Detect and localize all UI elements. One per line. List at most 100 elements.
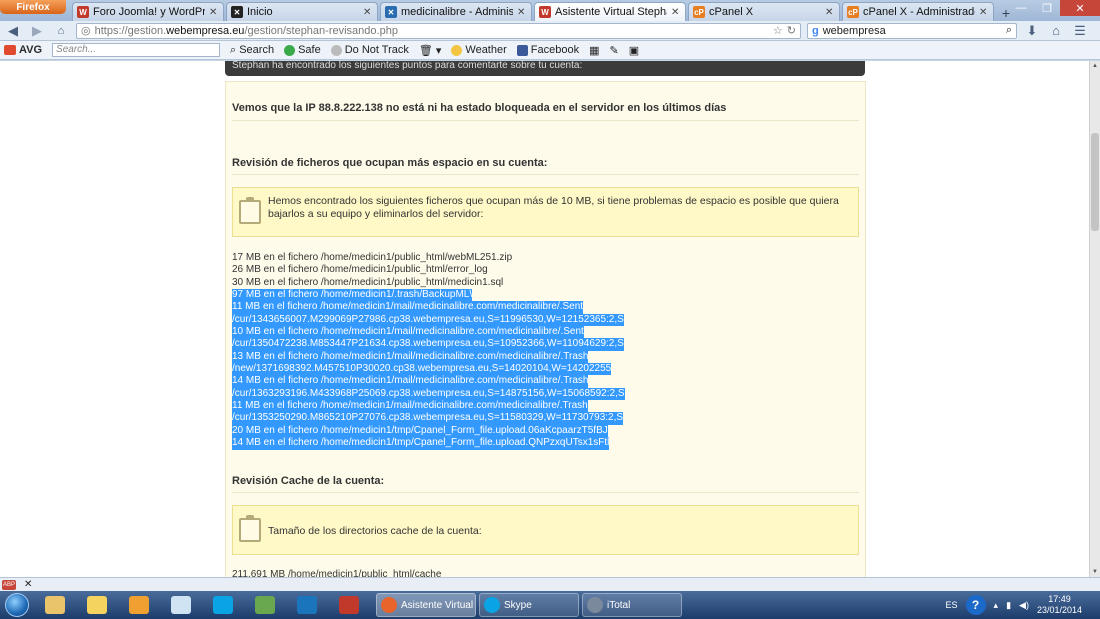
tab-title: cPanel X - Administrador de Arc... bbox=[863, 6, 975, 18]
eye-icon bbox=[330, 44, 342, 56]
tray-expand-icon[interactable]: ▴ bbox=[994, 600, 999, 611]
shield-icon bbox=[284, 44, 296, 56]
taskbar-task[interactable]: Asistente Virtual S... bbox=[376, 593, 476, 617]
start-button[interactable] bbox=[2, 591, 32, 619]
avg-toolbar: AVG Search... ⌕ Search Safe Do Not Track … bbox=[0, 41, 1100, 60]
skype-pinned-icon[interactable] bbox=[203, 592, 243, 618]
folder-icon[interactable] bbox=[161, 592, 201, 618]
google-icon[interactable]: g bbox=[812, 25, 819, 37]
site-identity-icon[interactable]: ⌂ bbox=[52, 25, 70, 37]
facebook-button[interactable]: Facebook bbox=[516, 44, 579, 56]
lock-icon: ◎ bbox=[81, 25, 91, 37]
scroll-thumb[interactable] bbox=[1091, 133, 1099, 231]
file-line: 11 MB en el fichero /home/medicin1/mail/… bbox=[232, 400, 588, 413]
facebook-icon bbox=[516, 44, 528, 56]
tab-title: Foro Joomla! y WordPress :: Nue... bbox=[93, 6, 205, 18]
search-magnifier-icon[interactable]: ⌕ bbox=[1006, 24, 1012, 37]
media-icon[interactable] bbox=[329, 592, 369, 618]
avg-search-button[interactable]: ⌕ Search bbox=[230, 44, 274, 57]
browser-tab[interactable]: W Foro Joomla! y WordPress :: Nue... ✕ bbox=[72, 2, 224, 21]
help-icon[interactable]: ? bbox=[965, 595, 986, 615]
hp-icon[interactable] bbox=[287, 592, 327, 618]
cache-section-title: Revisión Cache de la cuenta: bbox=[232, 475, 385, 487]
search-engine-box[interactable]: g webempresa ⌕ bbox=[807, 22, 1017, 39]
avg-search-input[interactable]: Search... bbox=[52, 43, 221, 57]
adblock-icon[interactable]: ABP bbox=[2, 579, 16, 590]
outlook-icon[interactable] bbox=[119, 592, 159, 618]
scroll-down-icon[interactable]: ▼ bbox=[1091, 569, 1099, 575]
file-line: /cur/1363293196.M433968P25069.cp38.webem… bbox=[232, 387, 625, 401]
libraries-icon[interactable] bbox=[77, 592, 117, 618]
volume-icon[interactable]: ◀) bbox=[1019, 600, 1029, 611]
magnifier-icon: ⌕ bbox=[230, 43, 237, 56]
weather-button[interactable]: Weather bbox=[451, 44, 507, 56]
tab-favicon-icon: cP bbox=[847, 6, 859, 18]
scroll-up-icon[interactable]: ▲ bbox=[1091, 63, 1099, 69]
tab-strip: Firefox W Foro Joomla! y WordPress :: Nue… bbox=[0, 0, 1100, 21]
clock[interactable]: 17:49 23/01/2014 bbox=[1037, 594, 1082, 616]
avg-logo-icon bbox=[4, 45, 16, 55]
network-icon[interactable]: ▮ bbox=[1006, 600, 1011, 611]
close-addon-bar-icon[interactable]: ✕ bbox=[24, 579, 32, 590]
trash-button[interactable]: 🗑 ▾ bbox=[419, 44, 442, 57]
notes-icon[interactable]: ✎ bbox=[609, 44, 618, 57]
divider bbox=[232, 120, 859, 121]
tab-title: Asistente Virtual Stephan 0.4 - w... bbox=[555, 6, 667, 18]
tab-close-icon[interactable]: ✕ bbox=[979, 7, 989, 18]
maximize-icon[interactable]: ❐ bbox=[1034, 0, 1060, 16]
grid-icon[interactable]: ▦ bbox=[589, 44, 599, 57]
downloads-icon[interactable]: ⬇ bbox=[1023, 23, 1041, 39]
file-line: 14 MB en el fichero /home/medicin1/tmp/C… bbox=[232, 437, 610, 450]
avg-logo[interactable]: AVG bbox=[4, 44, 42, 56]
cache-size-line: 211.691 MB /home/medicin1/public_html/ca… bbox=[232, 569, 442, 577]
system-tray: ES ? ▴ ▮ ◀) 17:49 23/01/2014 bbox=[946, 591, 1100, 619]
close-window-icon[interactable]: ✕ bbox=[1060, 0, 1100, 16]
minimize-icon[interactable]: — bbox=[1008, 0, 1034, 16]
tab-favicon-icon: W bbox=[77, 6, 89, 18]
safe-button[interactable]: Safe bbox=[284, 44, 321, 56]
tab-close-icon[interactable]: ✕ bbox=[671, 7, 681, 18]
tab-close-icon[interactable]: ✕ bbox=[517, 7, 527, 18]
browser-tab[interactable]: cP cPanel X - Administrador de Arc... ✕ bbox=[842, 2, 994, 21]
browser-tab[interactable]: ✕ Inicio ✕ bbox=[226, 2, 378, 21]
tab-favicon-icon: ✕ bbox=[231, 6, 243, 18]
browser-tab[interactable]: cP cPanel X ✕ bbox=[688, 2, 840, 21]
tab-favicon-icon: ✕ bbox=[385, 6, 397, 18]
file-line: /cur/1350472238.M853447P21634.cp38.webem… bbox=[232, 338, 624, 351]
task-label: Skype bbox=[504, 599, 532, 611]
back-icon[interactable]: ◀ bbox=[4, 23, 22, 39]
talk-icon[interactable] bbox=[245, 592, 285, 618]
file-line: 14 MB en el fichero /home/medicin1/mail/… bbox=[232, 375, 589, 388]
cache-notice-text: Tamaño de los directorios cache de la cu… bbox=[268, 525, 482, 537]
file-line: /cur/1343656007.M299069P27986.cp38.webem… bbox=[232, 313, 624, 327]
tab-close-icon[interactable]: ✕ bbox=[363, 7, 373, 18]
file-line: 10 MB en el fichero /home/medicin1/mail/… bbox=[232, 326, 584, 339]
chat-icon[interactable]: ▣ bbox=[629, 44, 639, 57]
weather-icon bbox=[451, 44, 463, 56]
tab-title: medicinalibre - Administración -... bbox=[401, 6, 513, 18]
vertical-scrollbar[interactable]: ▲ ▼ bbox=[1089, 61, 1100, 577]
browser-tab[interactable]: W Asistente Virtual Stephan 0.4 - w... ✕ bbox=[534, 2, 686, 21]
file-line: 97 MB en el fichero /home/medicin1/.tras… bbox=[232, 289, 473, 302]
files-notice: Hemos encontrado los siguientes ficheros… bbox=[232, 187, 859, 237]
search-engine-value: webempresa bbox=[822, 24, 886, 37]
url-bar[interactable]: ◎ https://gestion.webempresa.eu/gestion/… bbox=[76, 22, 801, 39]
taskbar-task[interactable]: iTotal bbox=[582, 593, 682, 617]
forward-icon[interactable]: ▶ bbox=[28, 23, 46, 39]
do-not-track-button[interactable]: Do Not Track bbox=[330, 44, 409, 56]
language-indicator[interactable]: ES bbox=[946, 600, 958, 610]
menu-icon[interactable]: ☰ bbox=[1071, 23, 1089, 39]
tab-close-icon[interactable]: ✕ bbox=[209, 7, 219, 18]
divider bbox=[232, 492, 859, 493]
home-icon[interactable]: ⌂ bbox=[1047, 23, 1065, 38]
bookmark-star-icon[interactable]: ☆ bbox=[773, 24, 783, 37]
browser-tab[interactable]: ✕ medicinalibre - Administración -... ✕ bbox=[380, 2, 532, 21]
firefox-menu-button[interactable]: Firefox bbox=[0, 0, 66, 14]
clipboard-icon bbox=[239, 197, 261, 224]
tab-close-icon[interactable]: ✕ bbox=[825, 7, 835, 18]
clipboard-icon bbox=[239, 515, 261, 542]
taskbar-task[interactable]: Skype bbox=[479, 593, 579, 617]
reload-icon[interactable]: ↻ bbox=[787, 24, 796, 37]
explorer-icon[interactable] bbox=[35, 592, 75, 618]
tab-favicon-icon: W bbox=[539, 6, 551, 18]
